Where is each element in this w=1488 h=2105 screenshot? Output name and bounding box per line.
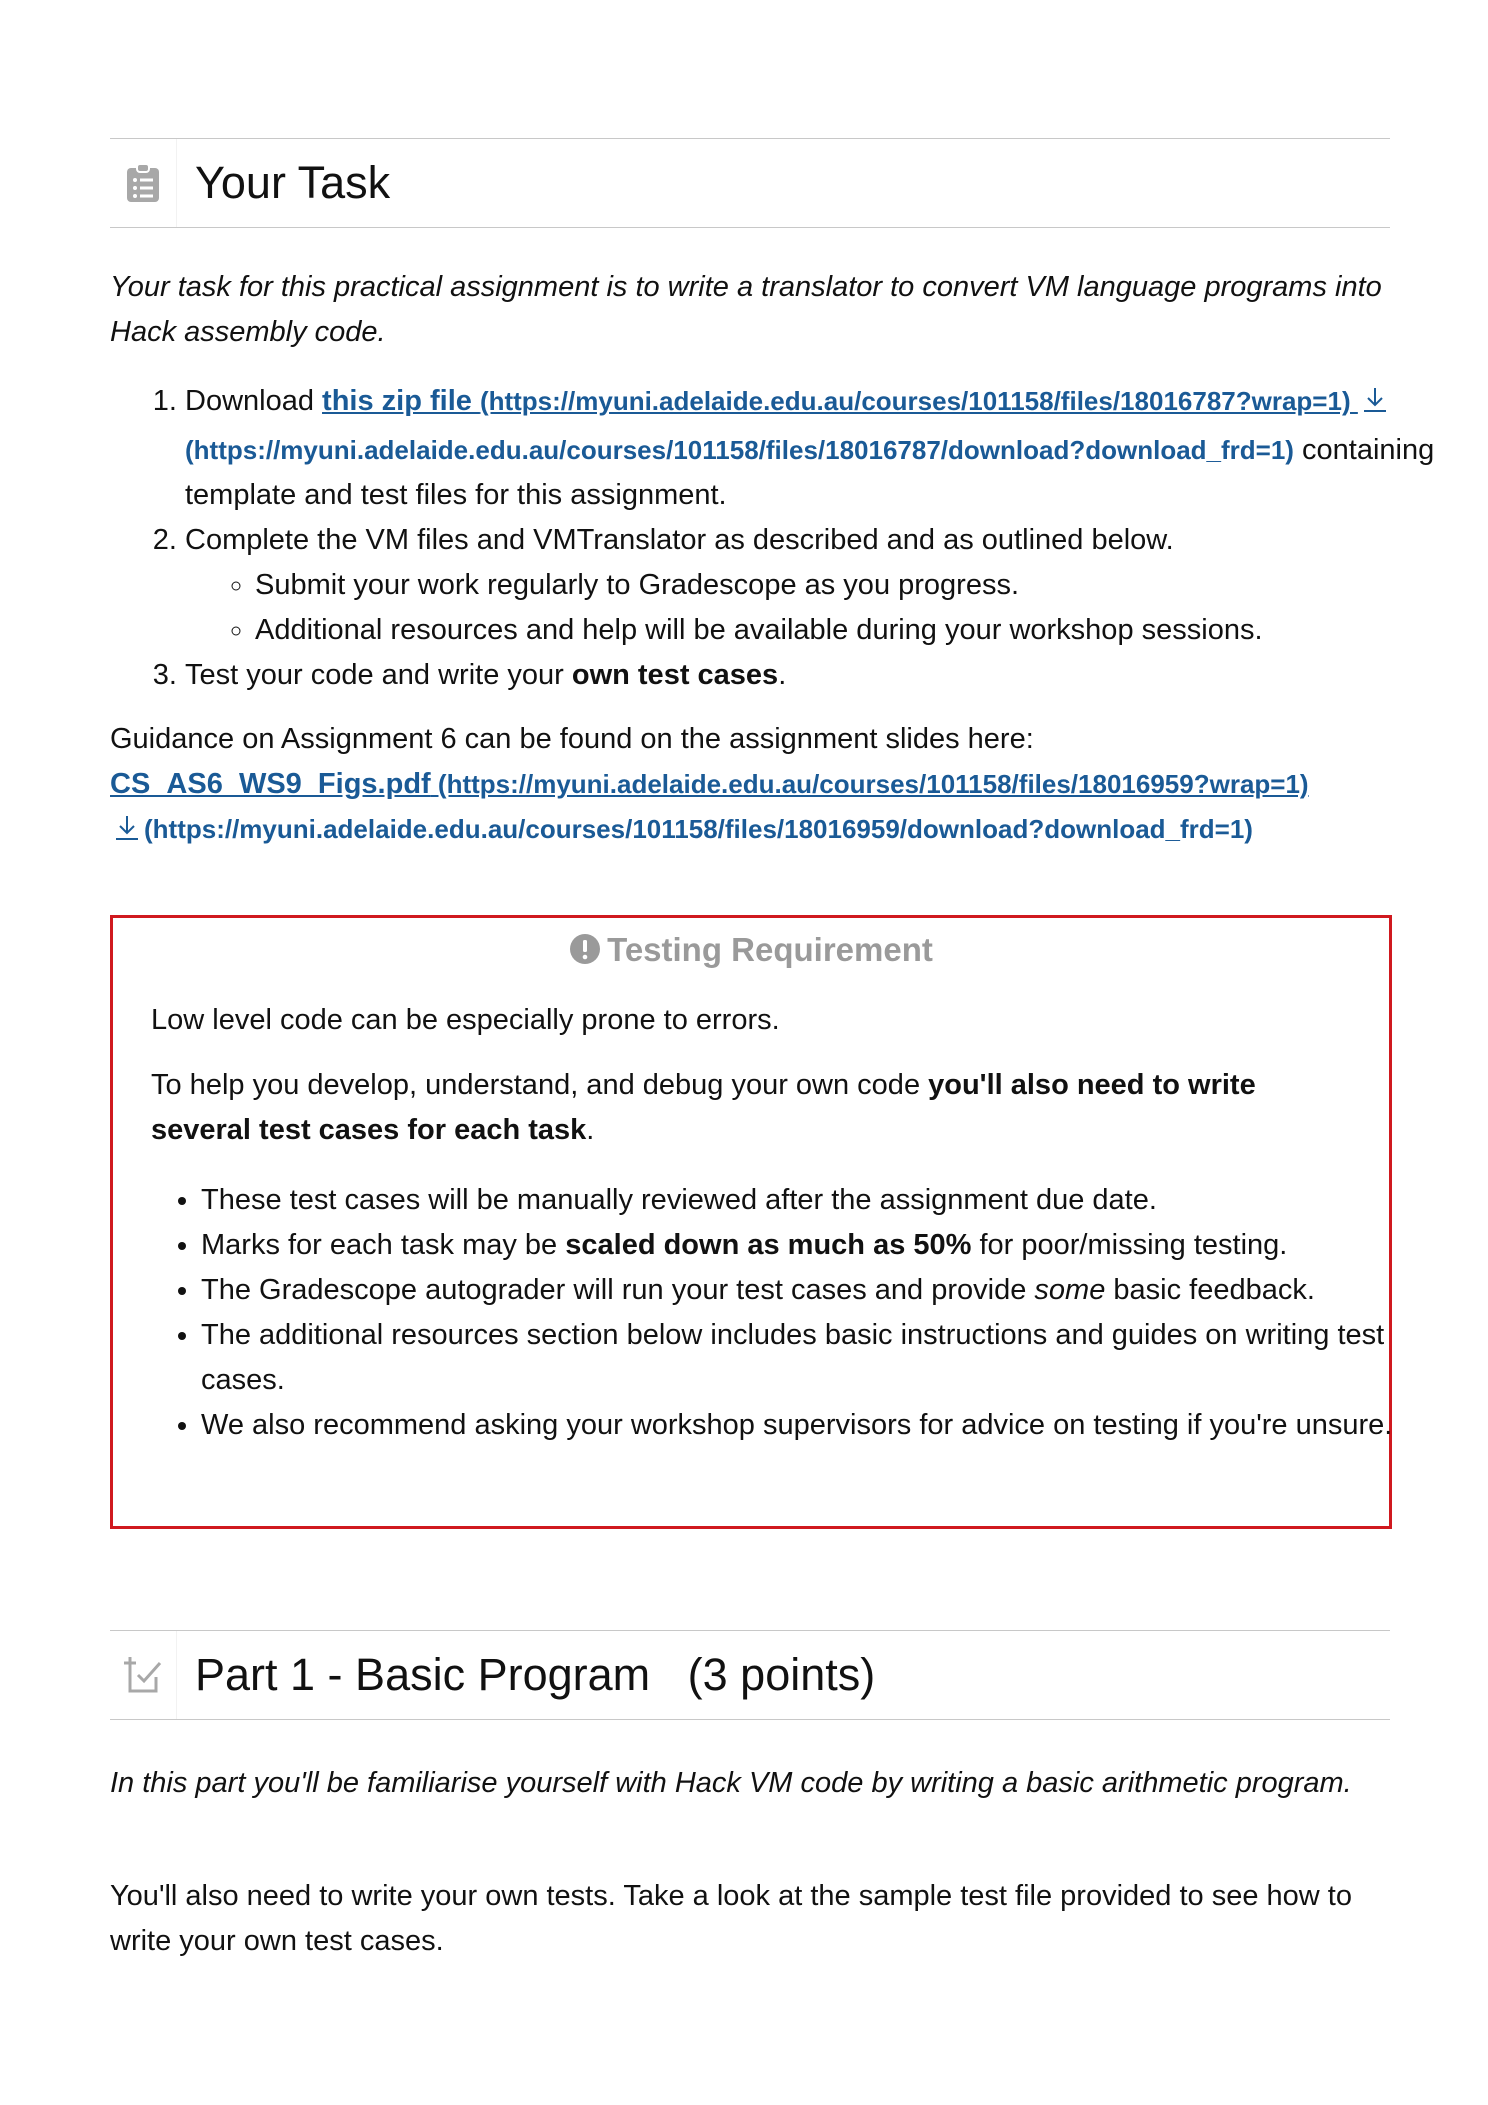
part1-intro: In this part you'll be familiarise yours…: [110, 1767, 1352, 1799]
sub-item: Additional resources and help will be av…: [255, 608, 1465, 653]
alert-circle-icon: [569, 932, 601, 976]
download-icon[interactable]: [1362, 383, 1388, 428]
slides-link[interactable]: CS_AS6_WS9_Figs.pdf: [110, 768, 431, 800]
step-text: Complete the VM files and VMTranslator a…: [185, 524, 1174, 556]
part1-paragraph: You'll also need to write your own tests…: [110, 1880, 1352, 1957]
sub-list: Submit your work regularly to Gradescope…: [185, 563, 1465, 653]
item-bold: scaled down as much as 50%: [565, 1229, 972, 1261]
sub-item: Submit your work regularly to Gradescope…: [255, 563, 1465, 608]
slides-url[interactable]: (https://myuni.adelaide.edu.au/courses/1…: [431, 769, 1309, 799]
download-icon[interactable]: [114, 811, 140, 856]
list-item: Marks for each task may be scaled down a…: [201, 1223, 1421, 1268]
step-complete: Complete the VM files and VMTranslator a…: [185, 518, 1465, 653]
list-item: The Gradescope autograder will run your …: [201, 1268, 1421, 1313]
callout-text: To help you develop, understand, and deb…: [151, 1069, 929, 1101]
section-title: Your Task: [195, 157, 391, 208]
zip-download-url[interactable]: (https://myuni.adelaide.edu.au/courses/1…: [185, 435, 1294, 465]
step-text: Test your code and write your: [185, 659, 572, 691]
guidance-text: Guidance on Assignment 6 can be found on…: [110, 723, 1034, 755]
item-italic: some: [1034, 1274, 1106, 1306]
step-text: .: [778, 659, 787, 691]
item-text: basic feedback.: [1105, 1274, 1315, 1306]
section-header-part1: Part 1 - Basic Program (3 points): [110, 1630, 1390, 1720]
zip-file-link[interactable]: this zip file: [322, 385, 480, 417]
callout-list: These test cases will be manually review…: [151, 1178, 1421, 1448]
item-text: for poor/missing testing.: [971, 1229, 1288, 1261]
slides-download-url[interactable]: (https://myuni.adelaide.edu.au/courses/1…: [144, 814, 1253, 844]
add-task-checkbox-icon: [110, 1631, 177, 1719]
list-item: We also recommend asking your workshop s…: [201, 1403, 1421, 1448]
zip-file-url[interactable]: (https://myuni.adelaide.edu.au/courses/1…: [480, 386, 1358, 416]
steps-list: Download this zip file (https://myuni.ad…: [110, 379, 1465, 698]
intro-paragraph: Your task for this practical assignment …: [110, 271, 1382, 348]
item-text: The Gradescope autograder will run your …: [201, 1274, 1035, 1306]
item-text: Marks for each task may be: [201, 1229, 566, 1261]
callout-text: .: [586, 1114, 595, 1146]
callout-paragraph: To help you develop, understand, and deb…: [151, 1063, 1361, 1153]
step-bold: own test cases: [571, 659, 779, 691]
guidance-paragraph: Guidance on Assignment 6 can be found on…: [110, 717, 1390, 856]
testing-requirement-callout: Testing Requirement Low level code can b…: [110, 915, 1392, 1529]
list-item: These test cases will be manually review…: [201, 1178, 1421, 1223]
list-item: The additional resources section below i…: [201, 1313, 1421, 1403]
callout-title: Testing Requirement: [113, 928, 1389, 976]
section-title: Part 1 - Basic Program (3 points): [195, 1649, 876, 1700]
step-text: Download: [185, 385, 323, 417]
section-header-your-task: Your Task: [110, 138, 1390, 228]
step-download: Download this zip file (https://myuni.ad…: [185, 379, 1465, 518]
step-test: Test your code and write your own test c…: [185, 653, 1465, 698]
clipboard-list-icon: [110, 139, 177, 227]
callout-paragraph: Low level code can be especially prone t…: [151, 1004, 780, 1036]
callout-title-text: Testing Requirement: [607, 931, 933, 968]
